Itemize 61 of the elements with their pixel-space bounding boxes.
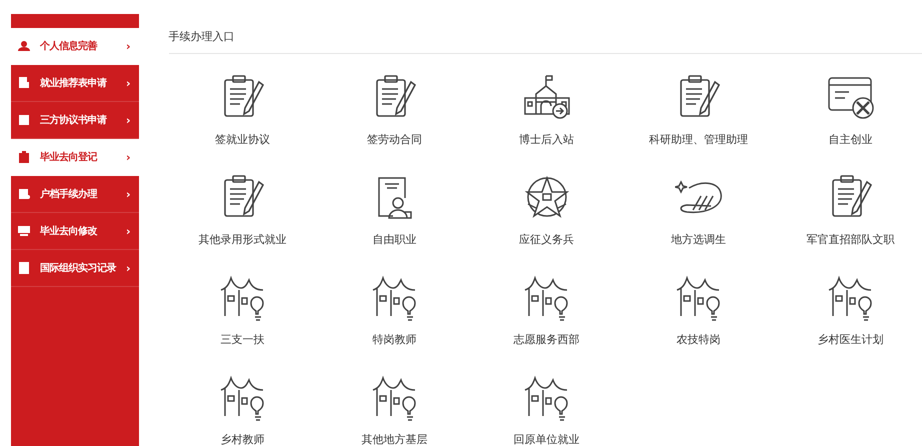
- chevron-icon: ›: [126, 76, 131, 90]
- sidebar-item-label: 毕业去向登记: [40, 150, 98, 164]
- chevron-icon: ›: [126, 114, 131, 126]
- entry-link[interactable]: 地方选调生: [671, 232, 726, 247]
- clipboard-pencil-icon: [224, 175, 264, 217]
- building-arrow-icon: [524, 75, 570, 119]
- entry-link[interactable]: 军官直招部队文职: [806, 232, 895, 247]
- person-icon: [18, 41, 30, 51]
- clipboard-icon: [19, 151, 29, 163]
- sidebar-item-label: 就业推荐表申请: [40, 76, 108, 90]
- entry-link[interactable]: 三支一扶: [220, 332, 265, 347]
- village-bulb-icon: [524, 277, 568, 321]
- star-emblem-icon: [524, 176, 569, 218]
- entry-link[interactable]: 自由职业: [372, 232, 417, 247]
- sidebar-item[interactable]: 毕业去向登记 ›: [11, 139, 139, 176]
- monitor-icon: [18, 226, 30, 236]
- swoosh-logo-icon: [674, 180, 722, 214]
- entry-link[interactable]: 其他录用形式就业: [198, 232, 287, 247]
- entry-link[interactable]: 志愿服务西部: [514, 332, 580, 347]
- entry-link[interactable]: 乡村教师: [220, 432, 265, 446]
- entry-link[interactable]: 科研助理、管理助理: [649, 132, 748, 147]
- entry-link[interactable]: 回原单位就业: [514, 432, 580, 446]
- clipboard-pencil-icon: [376, 75, 416, 117]
- entry-link[interactable]: 特岗教师: [372, 332, 417, 347]
- village-bulb-icon: [220, 277, 264, 321]
- clipboard-pencil-icon: [224, 75, 264, 117]
- sidebar-item[interactable]: 毕业去向修改 ›: [11, 213, 139, 250]
- village-bulb-icon: [828, 277, 872, 321]
- entry-link[interactable]: 自主创业: [828, 132, 873, 147]
- sidebar-item-label: 户档手续办理: [40, 187, 98, 201]
- clipboard-pencil-icon: [832, 175, 872, 217]
- entry-link[interactable]: 签就业协议: [215, 132, 270, 147]
- clipboard-pencil-icon: [680, 75, 720, 117]
- entry-link[interactable]: 其他地方基层: [362, 432, 428, 446]
- sidebar-item-label: 国际组织实习记录: [40, 261, 116, 275]
- sidebar-item[interactable]: 国际组织实习记录 ›: [11, 250, 139, 287]
- entry-link[interactable]: 农技特岗: [676, 332, 721, 347]
- document-icon: [19, 189, 30, 199]
- sidebar-item-label: 毕业去向修改: [40, 224, 98, 238]
- village-bulb-icon: [676, 277, 720, 321]
- village-bulb-icon: [220, 377, 264, 421]
- chevron-icon: ›: [126, 224, 131, 238]
- section-title: 手续办理入口: [168, 0, 922, 54]
- village-bulb-icon: [372, 377, 416, 421]
- sidebar-item[interactable]: 就业推荐表申请 ›: [11, 65, 139, 102]
- chevron-icon: ›: [126, 150, 131, 164]
- sidebar-item[interactable]: 个人信息完善 ›: [11, 28, 139, 65]
- village-bulb-icon: [524, 377, 568, 421]
- document-icon: [19, 77, 29, 88]
- entry-link[interactable]: 签劳动合同: [367, 132, 422, 147]
- chevron-icon: ›: [126, 40, 131, 52]
- chevron-icon: ›: [126, 262, 131, 274]
- sidebar-item[interactable]: 户档手续办理 ›: [11, 176, 139, 213]
- sidebar-item-label: 三方协议书申请: [40, 113, 108, 127]
- entry-link[interactable]: 乡村医生计划: [818, 332, 884, 347]
- sidebar-item-label: 个人信息完善: [40, 39, 98, 53]
- entry-link[interactable]: 应征义务兵: [519, 232, 574, 247]
- entry-link[interactable]: 博士后入站: [519, 132, 574, 147]
- chevron-icon: ›: [126, 188, 131, 200]
- village-bulb-icon: [372, 277, 416, 321]
- document-person-icon: [378, 177, 412, 219]
